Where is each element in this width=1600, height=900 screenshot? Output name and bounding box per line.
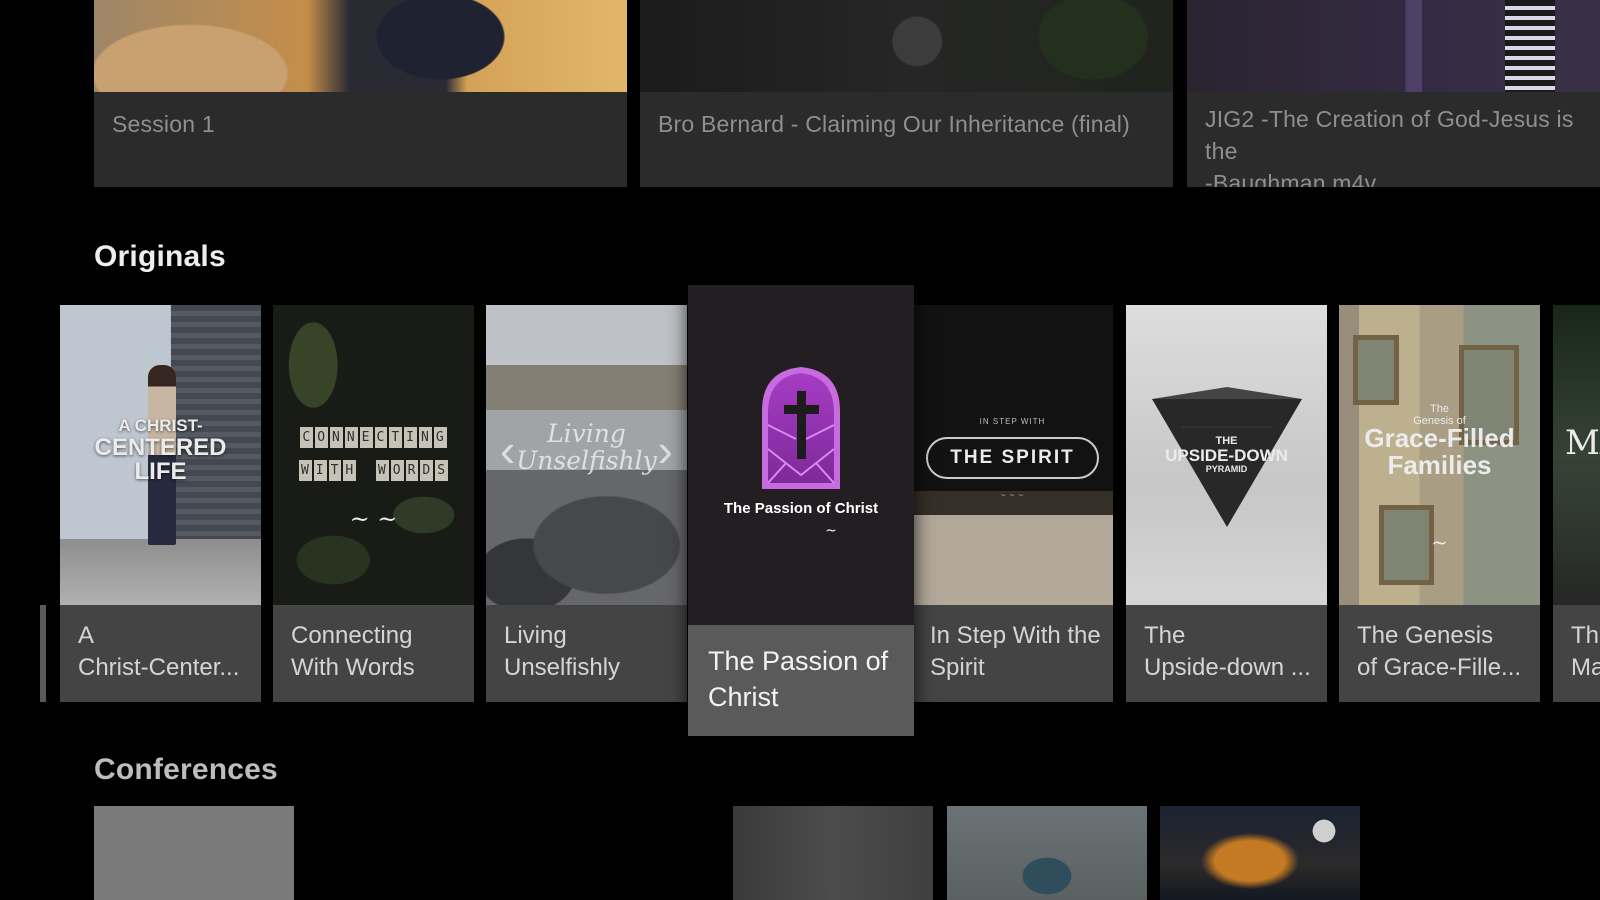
poster-line: WITH WORDS <box>273 460 474 481</box>
conference-card[interactable] <box>1160 806 1360 900</box>
poster-line: A CHRIST- <box>118 416 203 435</box>
series-label: The Passion of Christ <box>708 646 889 712</box>
poster-decoration: ~ ~ ~ <box>1000 491 1025 500</box>
series-poster: The Passion of Christ ~ <box>688 285 914 625</box>
series-card-upside-down-pyramid[interactable]: THE UPSIDE-DOWN PYRAMID The Upside-down … <box>1126 305 1327 702</box>
poster-line: Families <box>1387 450 1492 480</box>
tv-home-screen: Session 1 Bro Bernard - Claiming Our Inh… <box>0 0 1600 900</box>
poster-line: IN STEP WITH <box>979 417 1046 426</box>
video-thumbnail <box>94 0 627 92</box>
video-thumbnail <box>1187 0 1600 92</box>
author-signature: ~ <box>825 523 837 539</box>
poster-line: Grace-Filled <box>1364 423 1515 453</box>
stained-glass-window-icon <box>762 367 840 489</box>
series-card-partial[interactable]: MA Th Ma <box>1553 305 1600 702</box>
series-card-genesis-grace-filled-families[interactable]: The Genesis of Grace-Filled Families ~ T… <box>1339 305 1540 702</box>
series-label: In Step With the Spirit <box>930 622 1101 681</box>
poster-title: THE UPSIDE-DOWN PYRAMID <box>1126 435 1327 475</box>
series-label: Th Ma <box>1571 622 1600 681</box>
conference-card[interactable] <box>733 806 933 900</box>
poster-line: CONNECTING <box>273 427 474 448</box>
video-title: JIG2 -The Creation of God-Jesus is the -… <box>1205 106 1574 187</box>
row-focus-indicator <box>40 605 46 702</box>
series-poster: The Genesis of Grace-Filled Families ~ <box>1339 305 1540 605</box>
conference-card[interactable] <box>94 806 294 900</box>
series-card-christ-centered-life[interactable]: A CHRIST- CENTERED LIFE A Christ-Center.… <box>60 305 261 702</box>
conference-card[interactable] <box>947 806 1147 900</box>
series-label: Connecting With Words <box>291 622 415 681</box>
series-poster: CONNECTING WITH WORDS ~ ~ <box>273 305 474 605</box>
series-label: Living Unselfishly <box>504 622 621 681</box>
series-label: The Upside-down ... <box>1144 622 1311 681</box>
series-card-connecting-with-words[interactable]: CONNECTING WITH WORDS ~ ~ Connecting Wit… <box>273 305 474 702</box>
author-signature: ~ ~ <box>349 505 398 533</box>
video-thumbnail <box>640 0 1173 92</box>
video-card-claiming-inheritance[interactable]: Bro Bernard - Claiming Our Inheritance (… <box>640 0 1173 187</box>
poster-line: LIFE <box>134 458 187 485</box>
video-title: Bro Bernard - Claiming Our Inheritance (… <box>658 111 1130 137</box>
author-signature: ~ <box>1431 530 1448 554</box>
poster-line: CENTERED <box>94 434 227 461</box>
series-card-in-step-with-the-spirit[interactable]: IN STEP WITH THE SPIRIT ~ ~ ~ In Step Wi… <box>912 305 1113 702</box>
chevron-left-icon: ‹ <box>500 424 516 476</box>
poster-title: Grace-Filled Families <box>1339 425 1540 479</box>
section-title-conferences: Conferences <box>94 753 278 786</box>
poster-line: The <box>1430 403 1449 415</box>
video-card-jig2-creation[interactable]: JIG2 -The Creation of God-Jesus is the -… <box>1187 0 1600 187</box>
video-card-session-1[interactable]: Session 1 <box>94 0 627 187</box>
poster-title: MA <box>1565 423 1600 463</box>
series-poster: IN STEP WITH THE SPIRIT ~ ~ ~ <box>912 305 1113 605</box>
series-card-passion-of-christ[interactable]: The Passion of Christ ~ The Passion of C… <box>688 285 914 736</box>
wall-frame <box>1353 335 1399 405</box>
poster-title: THE SPIRIT <box>926 437 1099 479</box>
series-label: The Genesis of Grace-Fille... <box>1357 622 1522 681</box>
series-poster: MA <box>1553 305 1600 605</box>
series-poster: A CHRIST- CENTERED LIFE <box>60 305 261 605</box>
video-title: Session 1 <box>112 111 215 137</box>
chevron-right-icon: › <box>657 424 673 476</box>
series-poster: THE UPSIDE-DOWN PYRAMID <box>1126 305 1327 605</box>
poster-title: The Passion of Christ <box>723 500 879 517</box>
poster-line: PYRAMID <box>1205 464 1248 474</box>
series-poster: Living Unselfishly ‹ › <box>486 305 687 605</box>
poster-title: A CHRIST- CENTERED LIFE <box>60 415 261 484</box>
section-title-originals: Originals <box>94 240 226 273</box>
series-label: A Christ-Center... <box>78 622 240 681</box>
poster-line: UPSIDE-DOWN <box>1165 446 1288 465</box>
series-card-living-unselfishly[interactable]: Living Unselfishly ‹ › Living Unselfishl… <box>486 305 687 702</box>
